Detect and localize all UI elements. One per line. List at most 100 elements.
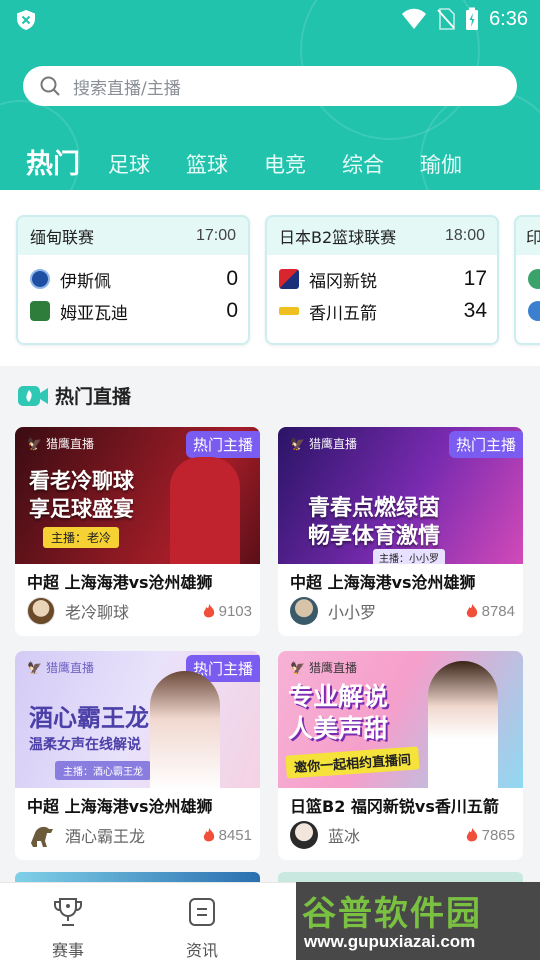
brand-badge: 🦅 猎鹰直播	[290, 659, 357, 676]
heat-value: 7865	[481, 826, 515, 844]
brand-badge: 🦅 猎鹰直播	[290, 435, 357, 452]
tab-hot[interactable]: 热门	[26, 150, 80, 180]
team-row	[516, 295, 540, 327]
heat-count: 8784	[466, 603, 515, 620]
heat-value: 9103	[218, 602, 252, 620]
promo-line: 青春点燃绿茵	[308, 496, 441, 521]
match-card[interactable]: 缅甸联赛 17:00 伊斯佩 0 姆亚瓦迪 0	[16, 215, 250, 345]
heat-count: 7865	[466, 827, 515, 844]
live-card[interactable]: 🦅 猎鹰直播 热门主播 青春点燃绿茵 畅享体育激情 主播：小小罗 中超 上海海港vs…	[278, 427, 523, 636]
nav-label: 赛事	[51, 941, 84, 960]
fire-icon	[203, 603, 214, 617]
promo-text: 青春点燃绿茵 畅享体育激情	[308, 495, 440, 551]
tab-yoga[interactable]: 瑜伽	[420, 150, 462, 180]
eagle-logo-icon: 🦅	[27, 660, 42, 675]
avatar	[27, 821, 55, 849]
brand-badge: 🦅 猎鹰直播	[27, 435, 94, 452]
match-card[interactable]: 日本B2篮球联赛 18:00 福冈新锐 17 香川五箭 34	[265, 215, 499, 345]
brand-badge: 🦅 猎鹰直播	[27, 659, 94, 676]
promo-line: 人美声甜	[288, 714, 389, 743]
live-card-peek	[278, 872, 523, 882]
search-input[interactable]: 搜索直播/主播	[23, 66, 517, 106]
live-meta: 小小罗 8784	[290, 597, 515, 625]
match-time: 18:00	[444, 227, 485, 244]
brand-name: 猎鹰直播	[308, 661, 357, 675]
hot-anchor-tag: 热门主播	[448, 431, 523, 458]
nav-item-news[interactable]: 资讯	[162, 897, 242, 960]
live-card[interactable]: 🦅 猎鹰直播 热门主播 酒心霸王龙 温柔女声在线解说 主播：酒心霸王龙 中超 上海海…	[15, 651, 260, 860]
tab-football[interactable]: 足球	[108, 150, 150, 180]
team-row	[516, 263, 540, 295]
watermark-url: www.gupuxiazai.com	[304, 932, 476, 951]
live-card-peek	[15, 872, 260, 882]
tab-basketball[interactable]: 篮球	[186, 150, 228, 180]
promo-line: 畅享体育激情	[308, 524, 441, 549]
nav-item-events[interactable]: 赛事	[28, 897, 108, 960]
live-meta: 酒心霸王龙 8451	[27, 821, 252, 849]
match-card[interactable]: 印	[514, 215, 540, 345]
promo-line: 专业解说	[288, 682, 389, 711]
fire-icon	[466, 827, 477, 841]
status-time: 6:36	[489, 7, 528, 30]
live-title: 日篮B2 福冈新锐vs香川五箭	[290, 797, 499, 816]
tab-general[interactable]: 综合	[342, 150, 384, 180]
live-card[interactable]: 🦅 猎鹰直播 热门主播 看老冷聊球 享足球盛宴 主播：老冷 中超 上海海港vs沧州雄…	[15, 427, 260, 636]
promo-text: 专业解说 人美声甜	[288, 681, 388, 745]
header: 6:36 搜索直播/主播 热门 足球 篮球 电竞 综合 瑜伽	[0, 0, 540, 190]
heat-value: 8451	[218, 826, 252, 844]
avatar	[290, 821, 318, 849]
anchor-name: 酒心霸王龙	[65, 827, 146, 846]
battery-icon	[466, 7, 479, 30]
anchor-name: 老冷聊球	[65, 603, 130, 622]
team-logo	[528, 269, 540, 289]
eagle-logo-icon: 🦅	[27, 436, 42, 451]
news-icon	[189, 898, 215, 926]
live-meta: 蓝冰 7865	[290, 821, 515, 849]
brand-name: 猎鹰直播	[308, 437, 357, 451]
team-score: 0	[226, 299, 238, 322]
live-thumbnail: 🦅 猎鹰直播 热门主播 酒心霸王龙 温柔女声在线解说 主播：酒心霸王龙	[15, 651, 260, 788]
live-thumbnail: 🦅 猎鹰直播 热门主播 青春点燃绿茵 畅享体育激情 主播：小小罗	[278, 427, 523, 564]
nav-label: 资讯	[185, 941, 218, 960]
live-thumbnail: 🦅 猎鹰直播 热门主播 看老冷聊球 享足球盛宴 主播：老冷	[15, 427, 260, 564]
league-name: 印	[526, 224, 540, 248]
tab-esports[interactable]: 电竞	[264, 150, 306, 180]
team-score: 34	[463, 299, 487, 322]
promo-anchor: 主播：老冷	[43, 527, 120, 548]
brand-name: 猎鹰直播	[45, 437, 94, 451]
team-logo	[30, 269, 50, 289]
team-name: 姆亚瓦迪	[60, 303, 128, 324]
live-title: 中超 上海海港vs沧州雄狮	[27, 797, 213, 816]
league-name: 缅甸联赛	[30, 228, 95, 247]
match-carousel[interactable]: 缅甸联赛 17:00 伊斯佩 0 姆亚瓦迪 0 日本B2篮球联赛 18:00 福…	[0, 190, 540, 366]
heat-value: 8784	[481, 602, 515, 620]
promo-anchor: 主播：酒心霸王龙	[55, 761, 151, 780]
promo-anchor: 主播：小小罗	[373, 549, 445, 564]
avatar	[27, 597, 55, 625]
category-tabs: 热门 足球 篮球 电竞 综合 瑜伽	[26, 138, 498, 180]
shield-icon	[17, 10, 35, 30]
team-row: 香川五箭 34	[267, 295, 497, 327]
team-name: 伊斯佩	[60, 271, 111, 292]
trophy-icon	[54, 898, 82, 926]
team-name: 福冈新锐	[309, 271, 377, 292]
section-header: 热门直播	[17, 382, 131, 409]
avatar	[290, 597, 318, 625]
dinosaur-icon	[31, 826, 53, 847]
brand-name: 猎鹰直播	[45, 661, 94, 675]
team-name: 香川五箭	[309, 303, 377, 324]
promo-text: 酒心霸王龙 温柔女声在线解说	[29, 701, 149, 755]
promo-text: 看老冷聊球 享足球盛宴	[29, 467, 134, 523]
promo-line: 享足球盛宴	[29, 497, 134, 521]
team-logo	[30, 301, 50, 321]
heat-count: 8451	[203, 827, 252, 844]
anchor-name: 蓝冰	[328, 827, 361, 846]
heat-count: 9103	[203, 603, 252, 620]
player-figure	[170, 457, 240, 564]
no-sim-icon	[437, 8, 455, 30]
live-card[interactable]: 🦅 猎鹰直播 专业解说 人美声甜 邀你一起相约直播间 日篮B2 福冈新锐vs香川五箭…	[278, 651, 523, 860]
host-figure	[150, 671, 220, 788]
live-title: 中超 上海海港vs沧州雄狮	[27, 573, 213, 592]
match-time: 17:00	[195, 227, 236, 244]
team-score: 17	[463, 267, 487, 290]
